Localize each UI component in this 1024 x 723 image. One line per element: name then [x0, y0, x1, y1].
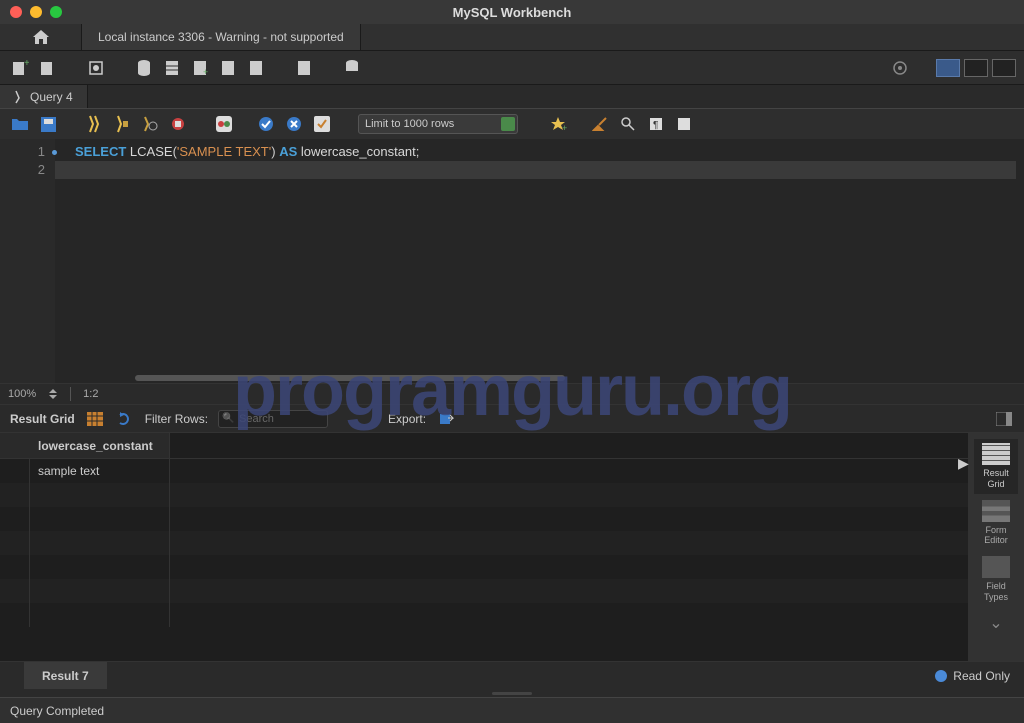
cursor-position: 1:2 — [83, 388, 98, 400]
result-toolbar: Result Grid Filter Rows: Search Export: — [0, 405, 1024, 433]
beautify-icon[interactable]: + — [548, 114, 568, 134]
open-sql-icon[interactable] — [36, 56, 60, 80]
table-row[interactable]: sample text — [0, 459, 968, 483]
db-icon-5[interactable] — [244, 56, 268, 80]
db-icon-6[interactable] — [292, 56, 316, 80]
status-text: Query Completed — [10, 704, 104, 718]
sql-editor[interactable]: 1 2 SELECT LCASE('SAMPLE TEXT') AS lower… — [0, 139, 1024, 383]
side-panel-arrow-icon[interactable]: ▶ — [958, 455, 969, 472]
result-tab[interactable]: Result 7 — [24, 662, 107, 689]
result-panel-toggle-icon[interactable] — [994, 409, 1014, 429]
result-grid[interactable]: lowercase_constant sample text — [0, 433, 968, 661]
side-field-types[interactable]: Field Types — [974, 552, 1018, 607]
read-only-indicator: Read Only — [921, 669, 1024, 683]
result-side-panel: ▶ Result Grid Form Editor Field Types ⌄ — [968, 433, 1024, 661]
editor-code[interactable]: SELECT LCASE('SAMPLE TEXT') AS lowercase… — [55, 139, 1024, 383]
form-editor-icon — [982, 500, 1010, 522]
status-bar: Query Completed — [0, 697, 1024, 723]
panel-toggle-bottom[interactable] — [964, 59, 988, 77]
readonly-icon — [935, 670, 947, 682]
editor-hscrollbar[interactable] — [135, 375, 565, 381]
panel-toggle-left[interactable] — [936, 59, 960, 77]
svg-text:+: + — [203, 67, 208, 77]
svg-text:+: + — [562, 123, 567, 133]
explain-icon[interactable] — [140, 114, 160, 134]
query-file-icon — [14, 90, 24, 104]
titlebar: MySQL Workbench — [0, 0, 1024, 24]
home-icon — [32, 29, 50, 45]
save-file-icon[interactable] — [38, 114, 58, 134]
window-title: MySQL Workbench — [453, 5, 572, 20]
drag-handle[interactable] — [0, 689, 1024, 697]
connection-tabs: Local instance 3306 - Warning - not supp… — [0, 24, 1024, 51]
open-file-icon[interactable] — [10, 114, 30, 134]
editor-gutter: 1 2 — [0, 139, 55, 383]
side-form-editor[interactable]: Form Editor — [974, 496, 1018, 551]
zoom-stepper-icon[interactable] — [48, 389, 58, 399]
result-tabs: Result 7 Read Only — [0, 661, 1024, 689]
export-icon[interactable] — [436, 409, 456, 429]
wrap-icon[interactable]: ¶ — [646, 114, 666, 134]
zoom-level[interactable]: 100% — [8, 388, 36, 400]
query-tab[interactable]: Query 4 — [0, 85, 88, 108]
rollback-icon[interactable] — [284, 114, 304, 134]
maximize-icon[interactable] — [50, 6, 62, 18]
execute-current-icon[interactable] — [112, 114, 132, 134]
zoom-bar: 100% 1:2 — [0, 383, 1024, 405]
cell[interactable]: sample text — [30, 459, 170, 483]
chevron-down-icon[interactable]: ⌄ — [989, 613, 1002, 633]
filter-input[interactable]: Search — [218, 410, 328, 428]
connection-tab[interactable]: Local instance 3306 - Warning - not supp… — [82, 24, 361, 50]
limit-select[interactable]: Limit to 1000 rows — [358, 114, 518, 134]
grid-view-icon[interactable] — [85, 409, 105, 429]
main-toolbar: + + — [0, 51, 1024, 85]
query-tab-label: Query 4 — [30, 90, 73, 104]
search-icon[interactable] — [618, 114, 638, 134]
db-icon-1[interactable] — [132, 56, 156, 80]
result-grid-label: Result Grid — [10, 412, 75, 426]
stop-icon[interactable] — [168, 114, 188, 134]
grid-header: lowercase_constant — [0, 433, 968, 459]
query-tabs: Query 4 — [0, 85, 1024, 109]
home-tab[interactable] — [0, 24, 82, 50]
field-types-icon — [982, 556, 1010, 578]
filter-label: Filter Rows: — [145, 412, 208, 426]
panel-toggle-right[interactable] — [992, 59, 1016, 77]
invisible-icon[interactable] — [674, 114, 694, 134]
minimize-icon[interactable] — [30, 6, 42, 18]
export-label: Export: — [388, 412, 426, 426]
column-header[interactable]: lowercase_constant — [30, 433, 170, 458]
inspector-icon[interactable] — [84, 56, 108, 80]
db-icon-7[interactable] — [340, 56, 364, 80]
brush-icon[interactable] — [590, 114, 610, 134]
query-toolbar: Limit to 1000 rows + ¶ — [0, 109, 1024, 139]
svg-text:¶: ¶ — [653, 120, 658, 131]
svg-text:+: + — [24, 59, 29, 69]
settings-icon[interactable] — [888, 56, 912, 80]
db-icon-4[interactable] — [216, 56, 240, 80]
execute-icon[interactable] — [84, 114, 104, 134]
side-result-grid[interactable]: Result Grid — [974, 439, 1018, 494]
result-area: lowercase_constant sample text ▶ Result … — [0, 433, 1024, 661]
window-controls — [10, 6, 62, 18]
result-grid-icon — [982, 443, 1010, 465]
toggle-icon[interactable] — [214, 114, 234, 134]
db-icon-3[interactable]: + — [188, 56, 212, 80]
autocommit-icon[interactable] — [312, 114, 332, 134]
refresh-icon[interactable] — [115, 409, 135, 429]
new-sql-tab-icon[interactable]: + — [8, 56, 32, 80]
commit-icon[interactable] — [256, 114, 276, 134]
close-icon[interactable] — [10, 6, 22, 18]
db-icon-2[interactable] — [160, 56, 184, 80]
